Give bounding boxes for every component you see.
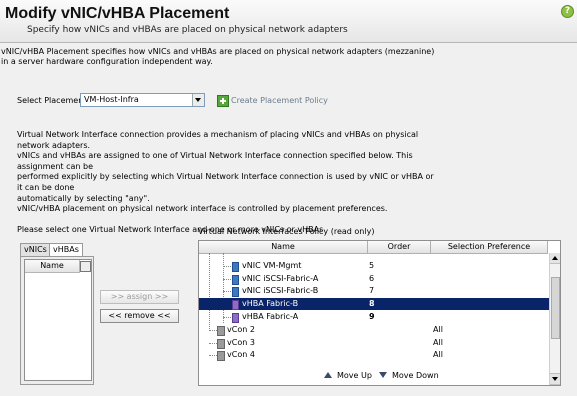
row-order: 5 xyxy=(369,261,375,270)
move-down-button[interactable]: Move Down xyxy=(392,371,439,380)
scroll-down-icon[interactable] xyxy=(550,373,560,385)
table-row[interactable]: vNIC iSCSI-Fabric-B 7 xyxy=(199,285,549,297)
vertical-scrollbar[interactable] xyxy=(549,253,560,385)
vhba-icon xyxy=(232,300,239,310)
table-row[interactable]: vCon 3 All xyxy=(199,337,549,349)
move-up-icon[interactable] xyxy=(324,372,332,378)
scroll-up-icon[interactable] xyxy=(550,253,560,264)
selection-preference-header[interactable]: Selection Preference xyxy=(431,241,548,254)
vnic-icon xyxy=(232,287,239,297)
name-header[interactable]: Name xyxy=(199,241,368,254)
row-name: vCon 2 xyxy=(227,325,255,334)
row-name: vNIC VM-Mgmt xyxy=(242,261,302,270)
vnic-icon xyxy=(232,275,239,285)
dialog-subtitle: Specify how vNICs and vHBAs are placed o… xyxy=(27,25,348,35)
remove-button[interactable]: << remove << xyxy=(100,309,179,323)
help-icon[interactable]: ? xyxy=(561,5,574,18)
row-order: 6 xyxy=(369,274,375,283)
row-pref: All xyxy=(433,350,443,359)
vcon-icon xyxy=(217,351,225,361)
tab-vhbas[interactable]: vHBAs xyxy=(49,243,83,256)
info-line-2: vNICs and vHBAs are assigned to one of V… xyxy=(17,151,413,171)
table-row[interactable]: vNIC VM-Mgmt 5 xyxy=(199,260,549,272)
dialog-title: Modify vNIC/vHBA Placement xyxy=(5,5,230,22)
table-row-selected[interactable]: vHBA Fabric-B 8 xyxy=(199,298,549,310)
info-line-5: vNIC/vHBA placement on physical network … xyxy=(17,204,388,214)
table-row[interactable]: vHBA Fabric-A 9 xyxy=(199,311,549,323)
scroll-thumb[interactable] xyxy=(551,277,560,339)
policy-grid[interactable]: Name Order Selection Preference vNIC VM-… xyxy=(198,240,561,386)
row-name: vHBA Fabric-B xyxy=(242,299,299,308)
info-line-3: performed explicitly by selecting which … xyxy=(17,172,434,192)
row-order: 8 xyxy=(369,299,375,308)
vcon-icon xyxy=(217,339,225,349)
create-placement-policy-link[interactable]: Create Placement Policy xyxy=(231,96,328,105)
row-order: 9 xyxy=(369,312,375,321)
assign-button[interactable]: >> assign >> xyxy=(100,290,179,304)
column-chooser-icon[interactable] xyxy=(80,261,91,272)
vnic-list[interactable]: Name xyxy=(24,259,92,381)
table-row[interactable]: vCon 4 All xyxy=(199,349,549,361)
name-column-header[interactable]: Name xyxy=(25,260,80,273)
row-pref: All xyxy=(433,325,443,334)
row-name: vCon 3 xyxy=(227,338,255,347)
vnic-icon xyxy=(232,262,239,272)
row-name: vCon 4 xyxy=(227,350,255,359)
vhba-icon xyxy=(232,313,239,323)
row-pref: All xyxy=(433,338,443,347)
info-line-1: Virtual Network Interface connection pro… xyxy=(17,130,419,150)
dialog-header: Modify vNIC/vHBA Placement Specify how v… xyxy=(0,0,577,43)
description-line-2: in a server hardware configuration indep… xyxy=(1,57,213,66)
tab-vnics[interactable]: vNICs xyxy=(20,243,51,256)
placement-select[interactable]: VM-Host-Infra xyxy=(80,93,205,107)
table-row[interactable]: vCon 2 All xyxy=(199,324,549,336)
vcon-icon xyxy=(217,326,225,336)
add-icon[interactable] xyxy=(217,95,229,107)
table-row[interactable]: vNIC iSCSI-Fabric-A 6 xyxy=(199,273,549,285)
description: vNIC/vHBA Placement specifies how vNICs … xyxy=(1,47,561,67)
row-name: vNIC iSCSI-Fabric-A xyxy=(242,274,319,283)
placement-select-value: VM-Host-Infra xyxy=(84,95,139,104)
row-name: vHBA Fabric-A xyxy=(242,312,299,321)
row-name: vNIC iSCSI-Fabric-B xyxy=(242,286,319,295)
chevron-down-icon[interactable] xyxy=(192,94,204,106)
info-line-4: automatically by selecting "any". xyxy=(17,193,150,203)
order-header[interactable]: Order xyxy=(368,241,431,254)
move-up-button[interactable]: Move Up xyxy=(337,371,372,380)
info-text: Virtual Network Interface connection pro… xyxy=(17,130,437,235)
description-line-1: vNIC/vHBA Placement specifies how vNICs … xyxy=(1,47,435,56)
select-placement-label: Select Placement: xyxy=(17,96,90,105)
row-order: 7 xyxy=(369,286,375,295)
policy-title: Virtual Network Interfaces Policy (read … xyxy=(198,227,375,236)
move-down-icon[interactable] xyxy=(379,372,387,378)
